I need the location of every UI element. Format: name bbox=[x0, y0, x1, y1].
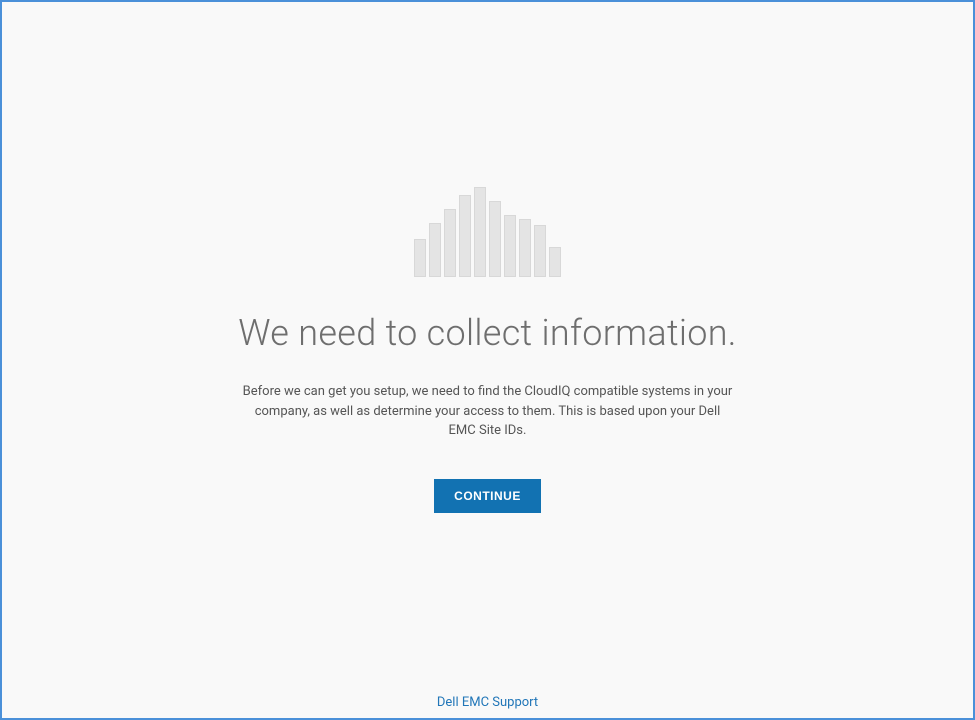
bar-icon bbox=[519, 219, 531, 277]
bar-icon bbox=[534, 225, 546, 277]
continue-button[interactable]: CONTINUE bbox=[434, 479, 541, 513]
bar-icon bbox=[429, 223, 441, 277]
bar-icon bbox=[474, 187, 486, 277]
bar-icon bbox=[444, 209, 456, 277]
bar-icon bbox=[504, 215, 516, 277]
cloudiq-bars-icon bbox=[414, 187, 561, 277]
support-link[interactable]: Dell EMC Support bbox=[437, 695, 538, 710]
bar-icon bbox=[414, 239, 426, 277]
bar-icon bbox=[549, 247, 561, 277]
bar-icon bbox=[489, 201, 501, 277]
page-description: Before we can get you setup, we need to … bbox=[243, 382, 733, 441]
page-heading: We need to collect information. bbox=[238, 312, 736, 354]
setup-screen: We need to collect information. Before w… bbox=[0, 0, 975, 720]
bar-icon bbox=[459, 195, 471, 277]
main-content: We need to collect information. Before w… bbox=[2, 2, 973, 513]
